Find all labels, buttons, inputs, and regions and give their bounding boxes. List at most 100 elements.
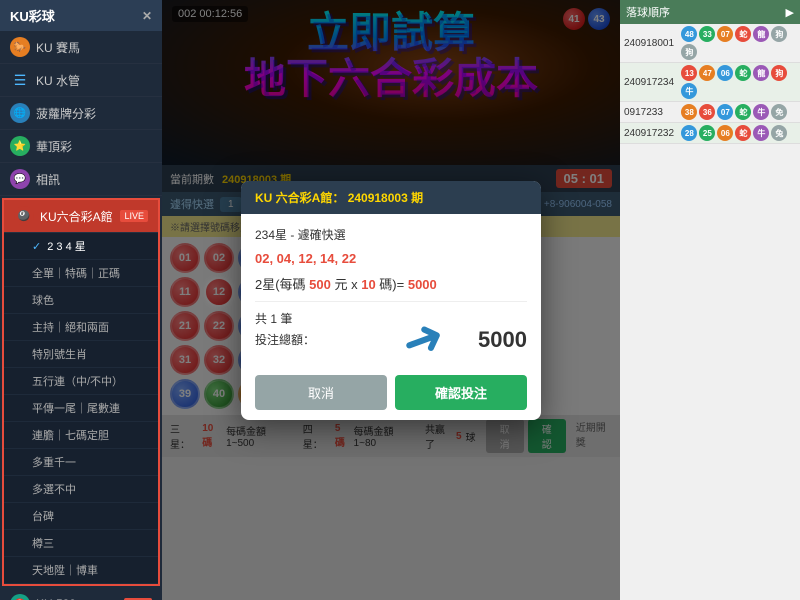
num-ball: 07	[717, 26, 733, 42]
num-ball: 36	[699, 104, 715, 120]
right-panel-title: 落球順序	[626, 4, 670, 20]
sub-item-12[interactable]: 天地陞｜博車	[4, 557, 158, 584]
sub-item-3[interactable]: 主持｜絕和兩面	[4, 314, 158, 341]
period-cell: 240917234	[624, 77, 681, 88]
calc-total: 5000	[408, 277, 437, 292]
num-ball: 06	[717, 65, 733, 81]
live-badge: LIVE	[120, 210, 148, 222]
sidebar-item-ku6[interactable]: 🎱 KU六合彩A館 LIVE	[4, 200, 158, 233]
sub-item-234[interactable]: ✓ 2 3 4 星	[4, 233, 158, 260]
num-ball: 牛	[753, 125, 769, 141]
right-table: 240918001 48 33 07 蛇 龍 狗 狗 240917234 13 …	[620, 24, 800, 600]
sub-item-7[interactable]: 連膽｜七碼定胆	[4, 422, 158, 449]
period-cell: 240918001	[624, 38, 681, 49]
right-panel-header: 落球順序 ▶	[620, 0, 800, 24]
sidebar-item-label: KU 賽馬	[36, 39, 80, 56]
sub-item-6[interactable]: 平傳一尾｜尾數連	[4, 395, 158, 422]
ku539-icon: 🎯	[10, 594, 30, 600]
total-amount-row: 投注總額： 5000	[255, 327, 527, 353]
sidebar-item-msg[interactable]: 💬 相訊	[0, 163, 162, 196]
sub-item-label: 五行連（中/不中）	[32, 373, 123, 389]
period-cell: 240917232	[624, 128, 681, 139]
num-ball: 蛇	[735, 65, 751, 81]
selected-nums: 02, 04, 12, 14, 22	[255, 251, 356, 266]
num-ball: 06	[717, 125, 733, 141]
table-row: 240917234 13 47 06 蛇 龍 狗 牛	[620, 63, 800, 102]
sidebar-item-label: 菠蘿牌分彩	[36, 105, 96, 122]
sidebar-title: KU彩球	[10, 6, 55, 25]
sidebar: KU彩球 ✕ 🐎 KU 賽馬 ☰ KU 水管 🌐 菠蘿牌分彩 ⭐ 華頂彩 💬 相…	[0, 0, 162, 600]
bet-confirmation-modal: KU 六合彩A館： 240918003 期 234星 - 遽確快選 02, 04…	[241, 181, 541, 420]
bet-type: 234星 - 遽確快選	[255, 228, 346, 242]
sidebar-item-huading[interactable]: ⭐ 華頂彩	[0, 130, 162, 163]
check-icon: ✓	[32, 240, 41, 253]
sub-item-5[interactable]: 五行連（中/不中）	[4, 368, 158, 395]
lottery-icon: 🎱	[14, 206, 34, 226]
sub-item-label: 天地陞｜博車	[32, 562, 98, 578]
num-ball: 免	[771, 104, 787, 120]
modal-footer: 取消 確認投注	[241, 365, 541, 420]
calc-amount: 500	[309, 277, 331, 292]
sub-menu: ✓ 2 3 4 星 全單｜特碼｜正碼 球色 主持｜絕和兩面 特別號生肖 五行連（…	[4, 233, 158, 584]
modal-cancel-button[interactable]: 取消	[255, 375, 387, 410]
table-row: 240917232 28 25 06 蛇 牛 兔	[620, 123, 800, 144]
nums-cell: 48 33 07 蛇 龍 狗 狗	[681, 26, 796, 60]
period-cell: 0917233	[624, 107, 681, 118]
sub-item-9[interactable]: 多選不中	[4, 476, 158, 503]
num-ball: 25	[699, 125, 715, 141]
sidebar-item-ku539[interactable]: 🎯 KU 539 LIVE	[0, 588, 162, 600]
main-content: 002 00:12:56 立即試算 地下六合彩成本 41 43 當前期數 240…	[162, 0, 620, 600]
num-ball: 13	[681, 65, 697, 81]
horse-icon: 🐎	[10, 37, 30, 57]
table-row: 240918001 48 33 07 蛇 龍 狗 狗	[620, 24, 800, 63]
num-ball: 牛	[753, 104, 769, 120]
sidebar-item-water[interactable]: ☰ KU 水管	[0, 64, 162, 97]
num-ball: 38	[681, 104, 697, 120]
sidebar-item-horse[interactable]: 🐎 KU 賽馬	[0, 31, 162, 64]
menu-icon: ☰	[10, 70, 30, 90]
sub-item-4[interactable]: 特別號生肖	[4, 341, 158, 368]
nums-cell: 13 47 06 蛇 龍 狗 牛	[681, 65, 796, 99]
total-row: 共 1 筆	[255, 310, 527, 327]
close-icon[interactable]: ✕	[142, 9, 152, 23]
sub-item-label: 台碑	[32, 508, 54, 524]
sub-item-1[interactable]: 全單｜特碼｜正碼	[4, 260, 158, 287]
selected-nums-row: 02, 04, 12, 14, 22	[255, 251, 527, 266]
total-label: 投注總額：	[255, 331, 315, 348]
sidebar-item-pineapple[interactable]: 🌐 菠蘿牌分彩	[0, 97, 162, 130]
sub-item-label: 2 3 4 星	[47, 238, 86, 254]
sub-item-11[interactable]: 樽三	[4, 530, 158, 557]
num-ball: 兔	[771, 125, 787, 141]
sub-item-8[interactable]: 多重千一	[4, 449, 158, 476]
sub-item-2[interactable]: 球色	[4, 287, 158, 314]
modal-divider	[255, 301, 527, 302]
total-amount: 5000	[478, 327, 527, 353]
table-row: 0917233 38 36 07 蛇 牛 免	[620, 102, 800, 123]
num-ball: 牛	[681, 83, 697, 99]
expand-icon[interactable]: ▶	[786, 6, 794, 19]
sub-item-label: 主持｜絕和兩面	[32, 319, 109, 335]
modal-body: 234星 - 遽確快選 02, 04, 12, 14, 22 2星(每碼 500…	[241, 214, 541, 365]
sub-item-label: 連膽｜七碼定胆	[32, 427, 109, 443]
sidebar-bottom: 🎯 KU 539 LIVE 🎲 KU 分分彩 LIVE JC 娛樂城 LIVE	[0, 588, 162, 600]
sub-item-label: 全單｜特碼｜正碼	[32, 265, 120, 281]
num-ball: 蛇	[735, 125, 751, 141]
modal-period: 240918003 期	[348, 191, 423, 205]
num-ball: 07	[717, 104, 733, 120]
calc-count: 10	[361, 277, 375, 292]
num-ball: 狗	[771, 26, 787, 42]
sub-item-label: 球色	[32, 292, 54, 308]
calc-text: 2星(每碼 500 元 x 10 碼)= 5000	[255, 277, 437, 292]
num-ball: 蛇	[735, 104, 751, 120]
sub-item-10[interactable]: 台碑	[4, 503, 158, 530]
num-ball: 28	[681, 125, 697, 141]
sub-item-label: 平傳一尾｜尾數連	[32, 400, 120, 416]
right-panel: 落球順序 ▶ 240918001 48 33 07 蛇 龍 狗 狗 240917…	[620, 0, 800, 600]
modal-title: KU 六合彩A館：	[255, 191, 344, 205]
modal-confirm-button[interactable]: 確認投注	[395, 375, 527, 410]
num-ball: 33	[699, 26, 715, 42]
sidebar-item-label: 相訊	[36, 171, 60, 188]
total-sheets: 共 1 筆	[255, 310, 292, 327]
num-ball: 狗	[681, 44, 697, 60]
msg-icon: 💬	[10, 169, 30, 189]
